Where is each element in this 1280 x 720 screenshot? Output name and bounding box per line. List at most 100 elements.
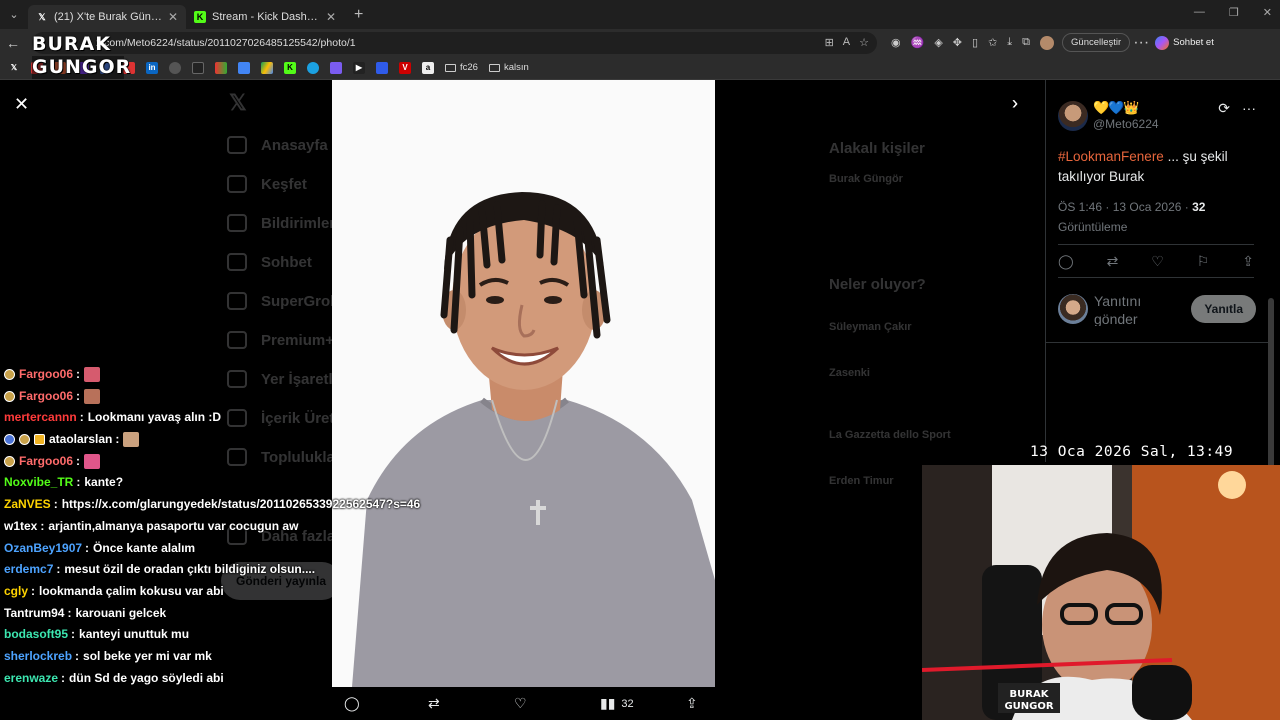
views-count: 32 xyxy=(621,697,634,710)
repost-icon[interactable]: ⇄ xyxy=(428,695,440,712)
user-badge-icon xyxy=(34,434,45,446)
user-badge-icon xyxy=(19,434,30,446)
bookmark-icon[interactable]: V xyxy=(399,61,411,74)
nav-label: Anasayfa xyxy=(261,136,328,154)
nav-item: Keşfet xyxy=(227,175,307,193)
grok-icon[interactable]: ⟳ xyxy=(1218,100,1230,117)
tab-x-post[interactable]: 𝕏 (21) X'te Burak Güngör: "Guendou ✕ xyxy=(28,5,186,29)
screenshot-icon[interactable]: ⧉ xyxy=(1022,36,1030,49)
bookmark-icon[interactable] xyxy=(307,61,319,74)
copilot-chat-button[interactable]: Sohbet et xyxy=(1155,35,1214,50)
chat-username[interactable]: ZaNVES xyxy=(4,494,51,516)
new-tab-icon[interactable]: + xyxy=(354,6,363,24)
chat-text: dün Sd de yago söyledi abi xyxy=(69,670,224,685)
read-aloud-icon[interactable]: A xyxy=(843,36,850,49)
reply-button[interactable]: Yanıtla xyxy=(1191,295,1256,323)
folder-label: fc26 xyxy=(460,62,478,73)
x-favicon-icon: 𝕏 xyxy=(38,11,46,22)
bookmark-icon[interactable] xyxy=(330,61,342,74)
bookmark-kick-icon[interactable]: K xyxy=(284,61,296,74)
bookmark-docs-icon[interactable] xyxy=(238,61,250,74)
chat-username[interactable]: Noxvibe_TR xyxy=(4,472,73,494)
chat-username[interactable]: erenwaze xyxy=(4,668,58,690)
trends: Neler oluyor? Süleyman Çakır Zasenki La … xyxy=(829,276,951,487)
bookmark-icon[interactable] xyxy=(376,61,388,74)
chat-message: Fargoo06: xyxy=(4,364,424,386)
author-display-name[interactable]: 💛💙👑 xyxy=(1093,100,1159,116)
url-actions: ⊞ A ☆ xyxy=(825,36,869,49)
close-tab-icon[interactable]: ✕ xyxy=(168,10,178,24)
back-arrow-icon[interactable]: ← xyxy=(0,35,26,51)
bookmark-folder-kalsin[interactable]: kalsın xyxy=(488,62,529,73)
bookmark-icon[interactable] xyxy=(192,61,204,74)
tab-actions-menu[interactable]: ⌄ xyxy=(0,0,28,29)
favorites-icon[interactable]: ✩ xyxy=(988,36,997,49)
bookmark-drive-icon[interactable] xyxy=(261,61,273,74)
chat-message: ataolarslan: xyxy=(4,429,424,451)
close-tab-icon[interactable]: ✕ xyxy=(326,10,336,24)
bookmark-x-icon[interactable]: 𝕏 xyxy=(8,62,20,74)
close-window-icon[interactable]: ✕ xyxy=(1263,6,1272,19)
share-icon[interactable]: ⇪ xyxy=(686,695,698,712)
extension-icon[interactable]: ◉ xyxy=(891,36,901,49)
chat-username[interactable]: bodasoft95 xyxy=(4,624,68,646)
restore-icon[interactable]: ❐ xyxy=(1229,6,1239,19)
app-icon[interactable]: ⊞ xyxy=(825,36,834,49)
section-title: Neler oluyor? xyxy=(829,276,926,293)
chat-username[interactable]: sherlockreb xyxy=(4,646,72,668)
chat-username[interactable]: cgly xyxy=(4,581,28,603)
bookmark-amazon-icon[interactable]: a xyxy=(422,61,434,74)
chat-username[interactable]: erdemc7 xyxy=(4,559,53,581)
more-options-icon[interactable]: ··· xyxy=(1242,100,1256,117)
views-button[interactable]: ▮▮ 32 xyxy=(600,695,634,712)
tweet-timestamp[interactable]: ÖS 1:46 · 13 Oca 2026 · xyxy=(1058,200,1192,214)
reply-input[interactable]: Yanıtını gönder xyxy=(1094,292,1184,326)
bookmark-linkedin-icon[interactable]: in xyxy=(146,61,158,74)
extensions-puzzle-icon[interactable]: ✥ xyxy=(953,36,962,49)
chat-username[interactable]: OzanBey1907 xyxy=(4,538,82,560)
author-avatar[interactable] xyxy=(1058,100,1088,131)
extension-icon[interactable]: ◈ xyxy=(934,36,942,49)
section-title: Alakalı kişiler xyxy=(829,140,925,157)
chat-username[interactable]: mertercannn xyxy=(4,407,77,429)
chat-username[interactable]: Fargoo06 xyxy=(19,386,73,408)
share-icon[interactable]: ⇪ xyxy=(1242,253,1254,270)
tab-title: Stream - Kick Dashboard xyxy=(212,11,320,23)
reply-icon[interactable]: ◯ xyxy=(1058,253,1074,270)
tab-kick-dashboard[interactable]: K Stream - Kick Dashboard ✕ xyxy=(186,5,344,29)
bookmark-icon[interactable]: ⚐ xyxy=(1197,253,1210,270)
more-menu-icon[interactable]: ··· xyxy=(1133,34,1149,52)
author-handle[interactable]: @Meto6224 xyxy=(1093,117,1159,131)
chat-username[interactable]: Fargoo06 xyxy=(19,451,73,473)
tab-title: (21) X'te Burak Güngör: "Guendou xyxy=(54,11,162,23)
chat-separator: : xyxy=(56,562,61,577)
extension-icon[interactable]: ♒ xyxy=(911,36,925,49)
like-icon[interactable]: ♡ xyxy=(514,695,527,712)
bookmark-icon[interactable]: ▶ xyxy=(353,61,365,74)
chat-username[interactable]: w1tex xyxy=(4,516,37,538)
chat-separator: : xyxy=(79,410,84,425)
chat-emote-icon xyxy=(84,367,101,383)
update-button[interactable]: Güncelleştir xyxy=(1062,33,1131,52)
repost-icon[interactable]: ⇄ xyxy=(1107,253,1119,270)
mail-icon xyxy=(227,253,247,271)
downloads-icon[interactable]: ⤓ xyxy=(1007,36,1012,49)
hashtag-link[interactable]: #LookmanFenere xyxy=(1058,149,1164,164)
user-avatar xyxy=(1058,294,1088,324)
like-icon[interactable]: ♡ xyxy=(1151,253,1164,270)
chat-username[interactable]: Fargoo06 xyxy=(19,364,73,386)
folder-label: kalsın xyxy=(503,62,529,73)
favorite-star-icon[interactable]: ☆ xyxy=(859,36,869,49)
chat-username[interactable]: ataolarslan xyxy=(49,429,112,451)
bookmark-folder-fc26[interactable]: fc26 xyxy=(445,62,478,73)
bookmark-icon[interactable] xyxy=(169,61,181,74)
reply-icon[interactable]: ◯ xyxy=(344,695,360,712)
close-photo-icon[interactable]: ✕ xyxy=(14,94,29,115)
minimize-icon[interactable]: — xyxy=(1194,6,1205,19)
split-screen-icon[interactable]: ▯ xyxy=(972,36,978,49)
tab-strip: ⌄ 𝕏 (21) X'te Burak Güngör: "Guendou ✕ K… xyxy=(0,0,1280,29)
profile-avatar[interactable] xyxy=(1040,35,1055,50)
chat-username[interactable]: Tantrum94 xyxy=(4,603,64,625)
bookmark-icon[interactable] xyxy=(215,61,227,74)
url-field[interactable]: x.com/Meto6224/status/201102702648512554… xyxy=(32,31,877,54)
